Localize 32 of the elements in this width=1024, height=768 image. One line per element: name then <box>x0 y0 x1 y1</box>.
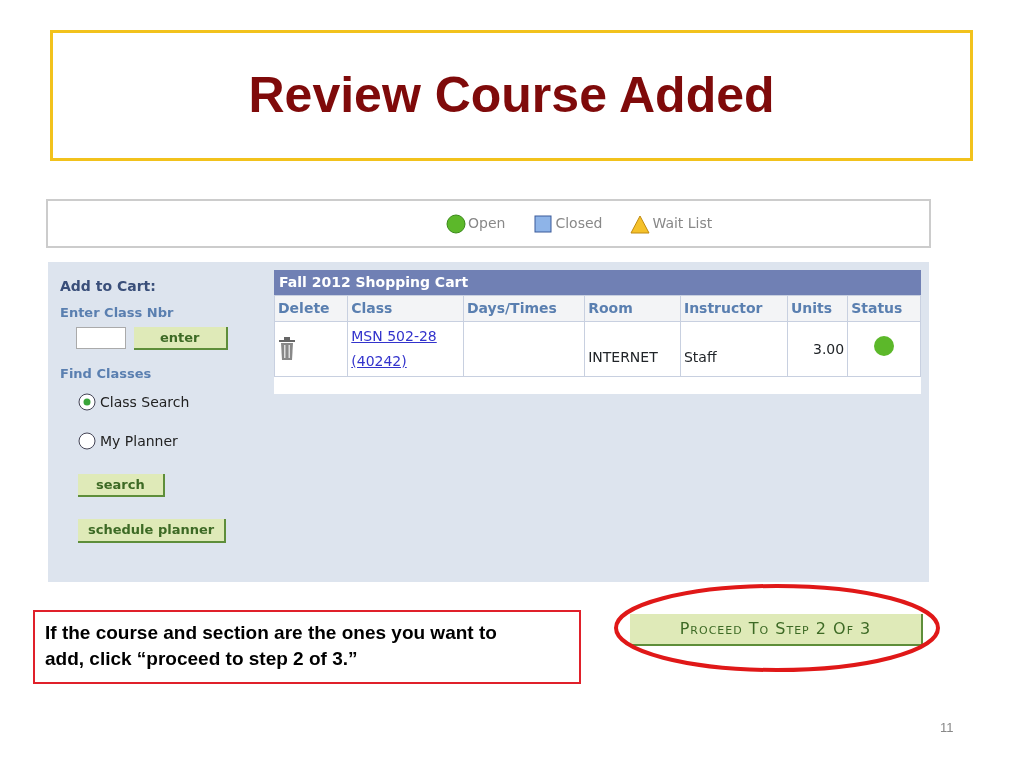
schedule-planner-button[interactable]: schedule planner <box>78 519 227 543</box>
table-title: Fall 2012 Shopping Cart <box>274 270 921 295</box>
class-link[interactable]: MSN 502-28 <box>351 324 460 349</box>
legend-label: Open <box>468 214 506 233</box>
radio-button[interactable] <box>78 393 96 411</box>
radio-button[interactable] <box>78 432 96 450</box>
column-header: Instructor <box>680 295 788 322</box>
section-heading: Add to Cart: <box>60 277 157 296</box>
radio-label[interactable]: My Planner <box>100 430 178 452</box>
legend-label: Wait List <box>652 214 713 233</box>
column-header: Status <box>847 295 921 322</box>
proceed-button[interactable]: Proceed To Step 2 Of 3 <box>630 614 923 646</box>
callout-text: If the course and section are the ones you want to add, click “proceed to step 2 of 3.” <box>33 610 581 684</box>
page-number: 11 <box>940 719 954 737</box>
column-header: Delete <box>274 295 348 322</box>
table-cell: Staff <box>683 348 717 365</box>
table-cell: 3.00 <box>813 340 845 357</box>
section-heading: Find Classes <box>60 365 153 383</box>
field-label: Enter Class Nbr <box>60 304 175 322</box>
column-header: Class <box>347 295 464 322</box>
column-header: Days/Times <box>463 295 585 322</box>
legend-label: Closed <box>555 214 603 233</box>
radio-label[interactable]: Class Search <box>100 391 190 413</box>
table-cell: INTERNET <box>588 348 658 365</box>
trash-icon[interactable] <box>278 337 296 361</box>
column-header: Room <box>584 295 681 322</box>
enter-button[interactable]: enter <box>134 326 228 350</box>
column-header: Units <box>787 295 848 322</box>
slide-title: Review Course Added <box>50 30 973 161</box>
class-number-field[interactable] <box>76 327 126 350</box>
search-button[interactable]: search <box>78 473 165 497</box>
class-link[interactable]: (40242) <box>351 349 460 374</box>
